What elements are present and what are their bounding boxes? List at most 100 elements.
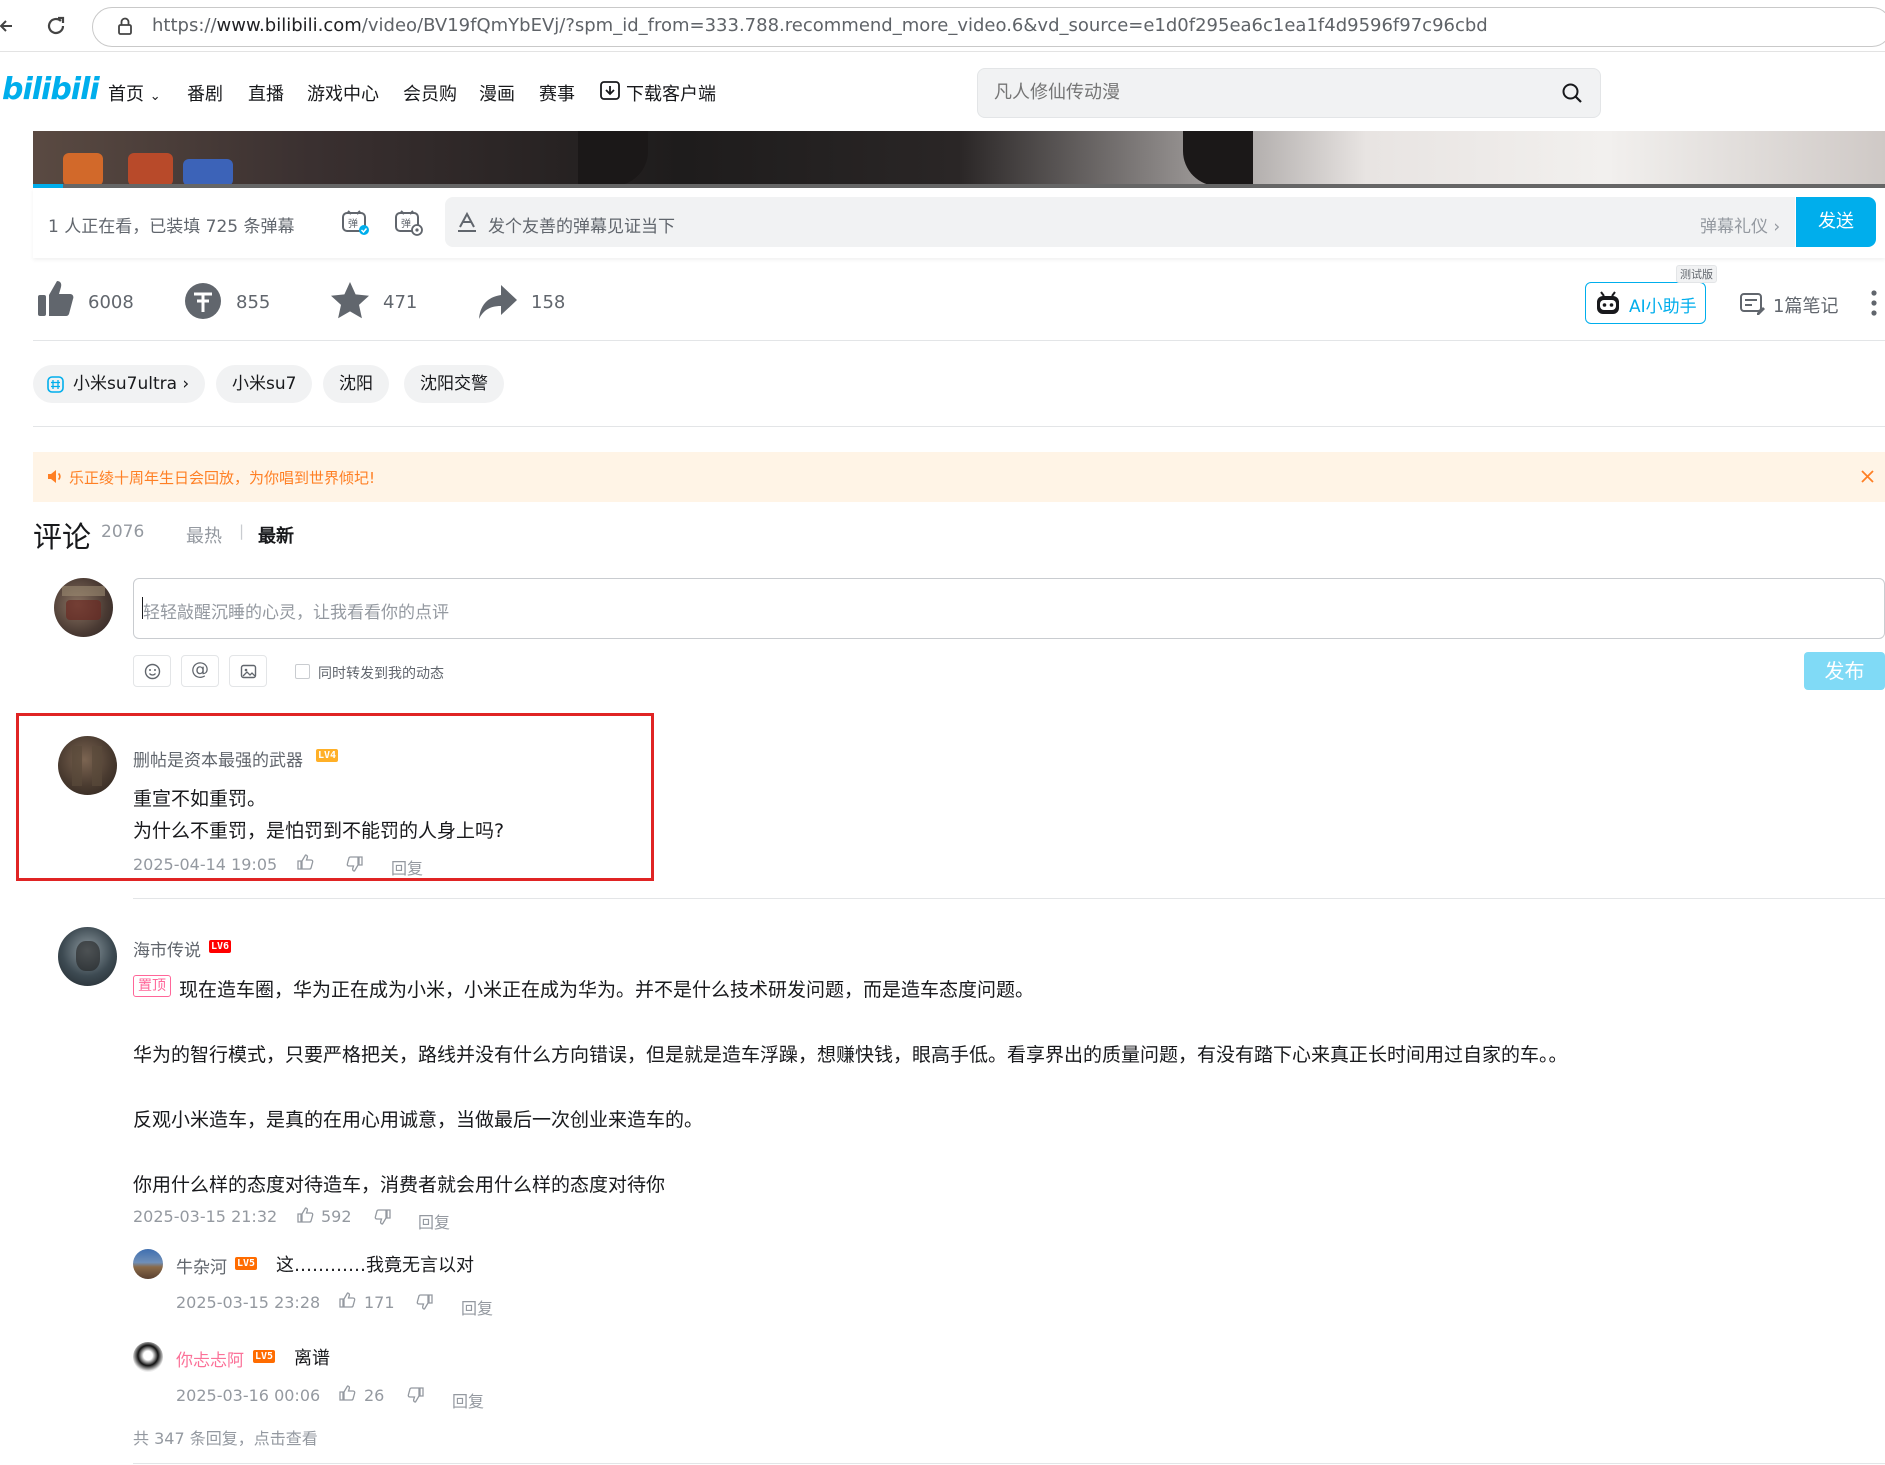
like-count: 592	[321, 1207, 352, 1226]
image-icon	[240, 663, 257, 680]
reply-button[interactable]: 回复	[452, 1388, 484, 1412]
video-player[interactable]	[33, 131, 1885, 186]
divider	[133, 898, 1885, 899]
notice-text[interactable]: 乐正绫十周年生日会回放，为你唱到世界倾圮!	[69, 467, 375, 488]
search-icon[interactable]	[1561, 82, 1583, 104]
highlight-box	[16, 713, 654, 881]
avatar[interactable]	[58, 736, 117, 795]
emoji-button[interactable]	[133, 655, 171, 687]
mention-button[interactable]: @	[181, 655, 219, 687]
search-input[interactable]	[994, 82, 1514, 103]
divider	[33, 340, 1885, 341]
favorite-star-icon[interactable]	[329, 280, 371, 322]
coin-count: 855	[236, 292, 271, 313]
comment-username[interactable]: 删帖是资本最强的武器	[133, 746, 303, 771]
comments-count: 2076	[101, 522, 145, 542]
thumb-up-icon[interactable]	[296, 853, 314, 871]
comment-text-line: 重宣不如重罚。	[133, 788, 267, 810]
thumb-down-icon[interactable]	[374, 1208, 392, 1226]
reply-button[interactable]: 回复	[391, 855, 423, 879]
thumb-down-icon[interactable]	[346, 855, 364, 873]
url-text[interactable]: https://www.bilibili.com/video/BV19fQmYb…	[152, 15, 1488, 36]
nav-game-center[interactable]: 游戏中心	[307, 80, 379, 106]
beta-badge: 测试版	[1676, 265, 1717, 283]
like-count: 26	[364, 1386, 385, 1405]
image-button[interactable]	[229, 655, 267, 687]
danmaku-toggle-icon[interactable]: 弹	[340, 208, 370, 236]
comment-text-line: 你用什么样的态度对待造车，消费者就会用什么样的态度对待你	[133, 1174, 666, 1196]
chevron-down-icon: ⌄	[149, 89, 161, 104]
tag-shenyang[interactable]: 沈阳	[323, 365, 389, 403]
reply-button[interactable]: 回复	[418, 1209, 450, 1233]
level-badge: LV6	[209, 940, 232, 953]
forward-checkbox[interactable]	[295, 664, 310, 679]
thumb-down-icon[interactable]	[416, 1293, 434, 1311]
download-icon	[599, 80, 621, 102]
comments-title: 评论	[33, 520, 92, 554]
reply-button[interactable]: 回复	[461, 1295, 493, 1319]
tag-shenyang-traffic-police[interactable]: 沈阳交警	[404, 365, 504, 403]
sort-new-tab[interactable]: 最新	[258, 522, 294, 548]
thumb-up-icon[interactable]	[338, 1384, 356, 1402]
nav-mall[interactable]: 会员购	[403, 80, 457, 106]
share-icon[interactable]	[477, 282, 519, 322]
reply-username[interactable]: 牛杂河	[176, 1253, 227, 1278]
my-avatar[interactable]	[54, 578, 113, 637]
thumb-up-icon[interactable]	[296, 1206, 314, 1224]
text-style-icon[interactable]	[456, 211, 478, 233]
notes-icon[interactable]	[1738, 289, 1766, 317]
level-badge: LV5	[253, 1350, 276, 1363]
ai-assistant-label: AI小助手	[1629, 297, 1697, 317]
nav-home[interactable]: 首页 ⌄	[108, 80, 161, 106]
bilibili-logo[interactable]: bilibili	[2, 72, 100, 107]
close-icon[interactable]	[1860, 469, 1875, 484]
sort-hot-tab[interactable]: 最热	[186, 522, 222, 548]
svg-text:弹: 弹	[401, 217, 411, 230]
share-count: 158	[531, 292, 566, 313]
view-more-replies-link[interactable]: 共 347 条回复，点击查看	[133, 1425, 318, 1449]
tag-xiaomi-su7ultra[interactable]: 小米su7ultra ›	[33, 365, 206, 403]
comment-timestamp: 2025-03-15 21:32	[133, 1207, 278, 1226]
comment-text-line: 现在造车圈，华为正在成为小米，小米正在成为华为。并不是什么技术研发问题，而是造车…	[179, 979, 1035, 1001]
robot-icon	[1594, 289, 1622, 317]
forward-label[interactable]: 同时转发到我的动态	[318, 663, 444, 683]
back-icon[interactable]	[0, 16, 14, 36]
sort-separator: |	[239, 522, 245, 540]
reply-username[interactable]: 你忐忐阿	[176, 1346, 244, 1371]
lock-icon[interactable]	[116, 16, 134, 36]
like-icon[interactable]	[35, 278, 77, 320]
nav-live[interactable]: 直播	[248, 80, 284, 106]
nav-anime[interactable]: 番剧	[187, 80, 223, 106]
thumb-down-icon[interactable]	[407, 1386, 425, 1404]
comment-text-line: 反观小米造车，是真的在用心用诚意，当做最后一次创业来造车的。	[133, 1109, 704, 1131]
nav-download-client[interactable]: 下载客户端	[626, 80, 716, 106]
publish-button[interactable]: 发布	[1804, 652, 1885, 690]
topic-icon	[47, 376, 64, 393]
danmaku-settings-icon[interactable]: 弹	[393, 208, 423, 236]
comment-input[interactable]: 轻轻敲醒沉睡的心灵，让我看看你的点评	[143, 598, 449, 623]
favorite-count: 471	[383, 292, 418, 313]
thumb-up-icon[interactable]	[338, 1291, 356, 1309]
reply-text: 这…………我竟无言以对	[276, 1255, 474, 1276]
comment-text-line: 华为的智行模式，只要严格把关，路线并没有什么方向错误，但是就是造车浮躁，想赚快钱…	[133, 1044, 1568, 1066]
nav-manga[interactable]: 漫画	[479, 80, 515, 106]
reload-icon[interactable]	[44, 14, 68, 38]
divider	[33, 426, 1885, 427]
svg-text:弹: 弹	[348, 217, 358, 230]
like-count: 171	[364, 1293, 395, 1312]
avatar[interactable]	[133, 1249, 163, 1279]
tag-xiaomi-su7[interactable]: 小米su7	[216, 365, 313, 403]
level-badge: LV4	[316, 749, 339, 762]
nav-esports[interactable]: 赛事	[539, 80, 575, 106]
more-vertical-icon[interactable]	[1871, 290, 1877, 316]
pinned-badge: 置顶	[133, 975, 171, 997]
coin-icon[interactable]	[183, 281, 223, 321]
avatar[interactable]	[58, 927, 117, 986]
notes-label[interactable]: 1篇笔记	[1773, 292, 1838, 318]
danmaku-input[interactable]: 发个友善的弹幕见证当下	[488, 212, 675, 237]
comment-timestamp: 2025-04-14 19:05	[133, 855, 278, 874]
send-danmaku-button[interactable]: 发送	[1796, 197, 1876, 247]
comment-username[interactable]: 海市传说	[133, 936, 201, 961]
danmaku-etiquette-link[interactable]: 弹幕礼仪 ›	[1700, 212, 1780, 237]
avatar[interactable]	[133, 1342, 163, 1372]
